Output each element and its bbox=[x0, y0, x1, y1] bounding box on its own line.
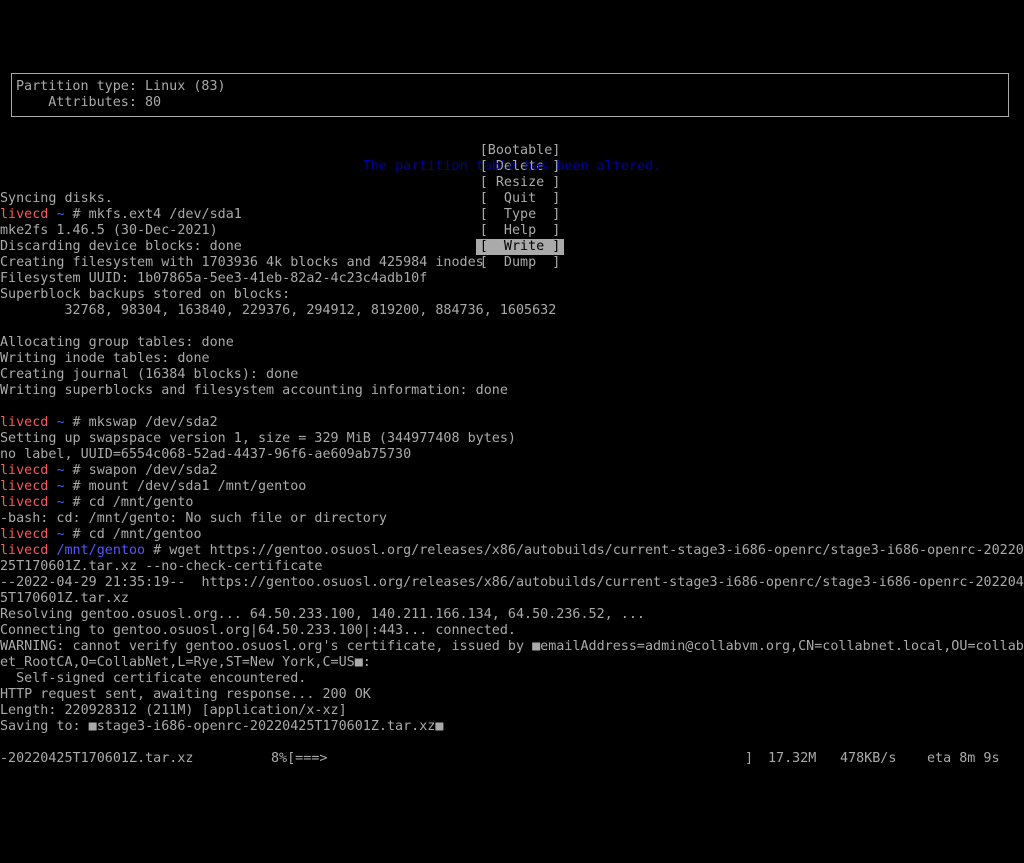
terminal-line: 32768, 98304, 163840, 229376, 294912, 81… bbox=[0, 303, 557, 318]
terminal-prompt-line: livecd ~ # swapon /dev/sda2 bbox=[0, 463, 218, 479]
prompt-path: ~ bbox=[56, 463, 65, 478]
terminal-line: Writing inode tables: done bbox=[0, 351, 210, 366]
terminal-line: 5T170601Z.tar.xz bbox=[0, 591, 129, 606]
terminal-line: mke2fs 1.46.5 (30-Dec-2021) bbox=[0, 223, 218, 238]
terminal-line: Setting up swapspace version 1, size = 3… bbox=[0, 431, 516, 446]
partition-type-text: Partition type: Linux (83) bbox=[16, 79, 226, 94]
terminal-line: Writing superblocks and filesystem accou… bbox=[0, 383, 508, 398]
help-button[interactable]: [ Help ] bbox=[476, 223, 565, 239]
download-percent: 8%[===> bbox=[271, 751, 328, 766]
prompt-host: livecd bbox=[0, 479, 49, 494]
status-message: The partition table has been altered. bbox=[362, 159, 662, 174]
terminal-prompt-line: livecd ~ # mount /dev/sda1 /mnt/gentoo bbox=[0, 479, 306, 495]
resize-button[interactable]: [ Resize ] bbox=[476, 175, 565, 191]
terminal-line: Creating journal (16384 blocks): done bbox=[0, 367, 299, 382]
command-text: # swapon /dev/sda2 bbox=[64, 463, 218, 478]
command-text: # mkfs.ext4 /dev/sda1 bbox=[64, 207, 242, 222]
terminal-line: Creating filesystem with 1703936 4k bloc… bbox=[0, 255, 484, 270]
terminal-prompt-line: livecd /mnt/gentoo # wget https://gentoo… bbox=[0, 543, 1024, 559]
terminal-line: HTTP request sent, awaiting response... … bbox=[0, 687, 371, 702]
download-progress: -20220425T170601Z.tar.xz 8%[===> ] 17.32… bbox=[0, 751, 1024, 767]
prompt-path: ~ bbox=[56, 207, 65, 222]
download-received: 17.32M bbox=[768, 751, 817, 766]
terminal-line: Allocating group tables: done bbox=[0, 335, 234, 350]
write-button[interactable]: [ Write ] bbox=[475, 239, 565, 255]
prompt-host: livecd bbox=[0, 207, 49, 222]
cfdisk-menu: [Bootable] [ Delete ] [ Resize ] [ Quit … bbox=[0, 127, 1024, 270]
quit-button[interactable]: [ Quit ] bbox=[476, 191, 565, 207]
terminal-prompt-line: livecd ~ # cd /mnt/gento bbox=[0, 495, 194, 511]
terminal-line: et_RootCA,O=CollabNet,L=Rye,ST=New York,… bbox=[0, 655, 371, 670]
terminal-prompt-line: livecd ~ # mkfs.ext4 /dev/sda1 bbox=[0, 207, 242, 223]
terminal-line: Self-signed certificate encountered. bbox=[0, 671, 307, 686]
prompt-path: ~ bbox=[56, 479, 65, 494]
command-text: # mkswap /dev/sda2 bbox=[64, 415, 218, 430]
terminal-line: Length: 220928312 (211M) [application/x-… bbox=[0, 703, 347, 718]
type-button[interactable]: [ Type ] bbox=[476, 207, 565, 223]
partition-info-box: Partition type: Linux (83) Attributes: 8… bbox=[11, 73, 1009, 117]
bootable-button[interactable]: [Bootable] bbox=[476, 143, 565, 159]
download-filename: -20220425T170601Z.tar.xz bbox=[0, 751, 194, 766]
command-text: # cd /mnt/gento bbox=[64, 495, 194, 510]
prompt-host: livecd bbox=[0, 463, 49, 478]
terminal-line: Discarding device blocks: done bbox=[0, 239, 242, 254]
terminal-line: Syncing disks. bbox=[0, 191, 113, 206]
terminal-line: -bash: cd: /mnt/gento: No such file or d… bbox=[0, 511, 387, 526]
terminal-line: Saving to: ■stage3-i686-openrc-20220425T… bbox=[0, 719, 444, 734]
command-text: # cd /mnt/gentoo bbox=[64, 527, 202, 542]
download-speed: 478KB/s bbox=[840, 751, 897, 766]
partition-attributes-text: Attributes: 80 bbox=[16, 95, 162, 110]
terminal-line: 25T170601Z.tar.xz --no-check-certificate bbox=[0, 559, 323, 574]
prompt-path: ~ bbox=[56, 415, 65, 430]
terminal-line: --2022-04-29 21:35:19-- https://gentoo.o… bbox=[0, 575, 1024, 590]
terminal-line: Resolving gentoo.osuosl.org... 64.50.233… bbox=[0, 607, 645, 622]
dump-button[interactable]: [ Dump ] bbox=[476, 255, 565, 271]
terminal-line: no label, UUID=6554c068-52ad-4437-96f6-a… bbox=[0, 447, 412, 462]
prompt-host: livecd bbox=[0, 543, 49, 558]
prompt-host: livecd bbox=[0, 415, 49, 430]
download-bar-end: ] bbox=[745, 751, 754, 766]
terminal-line: Superblock backups stored on blocks: bbox=[0, 287, 291, 302]
terminal-line: Filesystem UUID: 1b07865a-5ee3-41eb-82a2… bbox=[0, 271, 428, 286]
prompt-host: livecd bbox=[0, 527, 49, 542]
download-eta: eta 8m 9s bbox=[927, 751, 1000, 766]
terminal-line: Connecting to gentoo.osuosl.org|64.50.23… bbox=[0, 623, 516, 638]
terminal-prompt-line: livecd ~ # cd /mnt/gentoo bbox=[0, 527, 202, 543]
terminal-prompt-line: livecd ~ # mkswap /dev/sda2 bbox=[0, 415, 218, 431]
prompt-path: /mnt/gentoo bbox=[56, 543, 146, 558]
command-text: # mount /dev/sda1 /mnt/gentoo bbox=[64, 479, 307, 494]
command-text: # wget https://gentoo.osuosl.org/release… bbox=[145, 543, 1024, 558]
terminal-line: WARNING: cannot verify gentoo.osuosl.org… bbox=[0, 639, 1024, 654]
prompt-path: ~ bbox=[56, 495, 65, 510]
prompt-path: ~ bbox=[56, 527, 65, 542]
prompt-host: livecd bbox=[0, 495, 49, 510]
